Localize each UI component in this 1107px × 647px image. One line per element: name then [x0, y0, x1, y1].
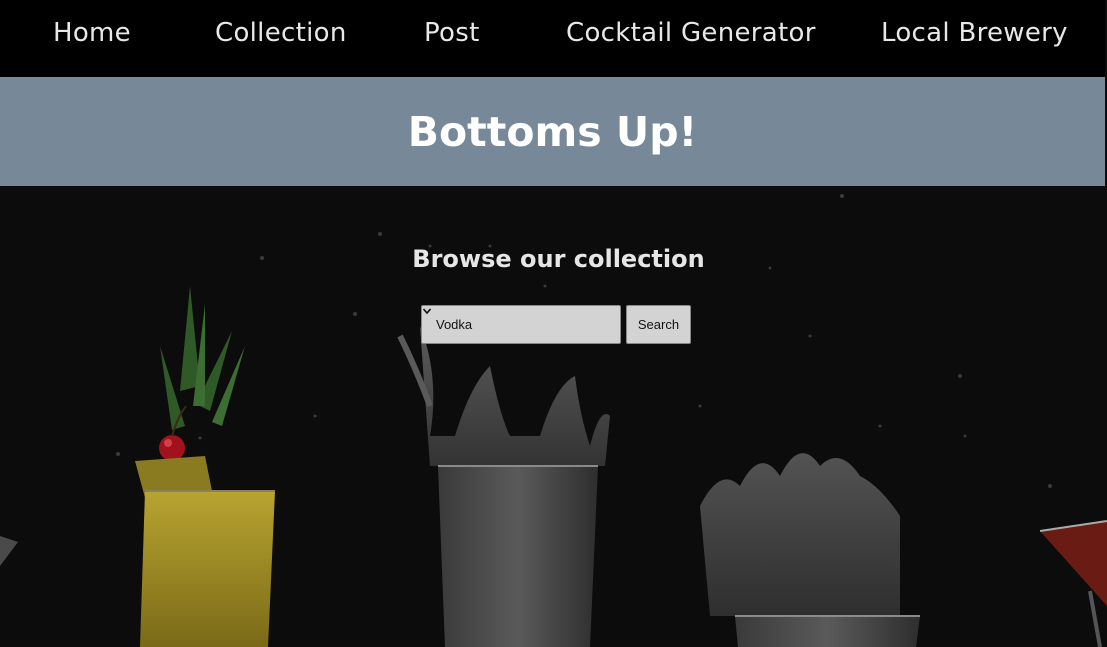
chevron-down-icon — [422, 308, 432, 315]
spirit-select-value: Vodka — [436, 317, 473, 332]
page-title: Bottoms Up! — [407, 108, 698, 156]
nav-link-home[interactable]: Home — [53, 18, 131, 48]
title-banner: Bottoms Up! — [0, 77, 1105, 186]
top-navigation: Home Collection Post Cocktail Generator … — [0, 0, 1105, 77]
spirit-select[interactable]: Vodka — [421, 305, 621, 344]
hero-section: Browse our collection Vodka Search — [0, 186, 1107, 647]
nav-link-collection[interactable]: Collection — [215, 18, 347, 48]
nav-link-local-brewery[interactable]: Local Brewery — [881, 18, 1068, 48]
search-button[interactable]: Search — [626, 305, 691, 344]
nav-link-cocktail-generator[interactable]: Cocktail Generator — [566, 18, 816, 48]
nav-link-post[interactable]: Post — [424, 18, 480, 48]
browse-collection-heading: Browse our collection — [412, 245, 705, 273]
